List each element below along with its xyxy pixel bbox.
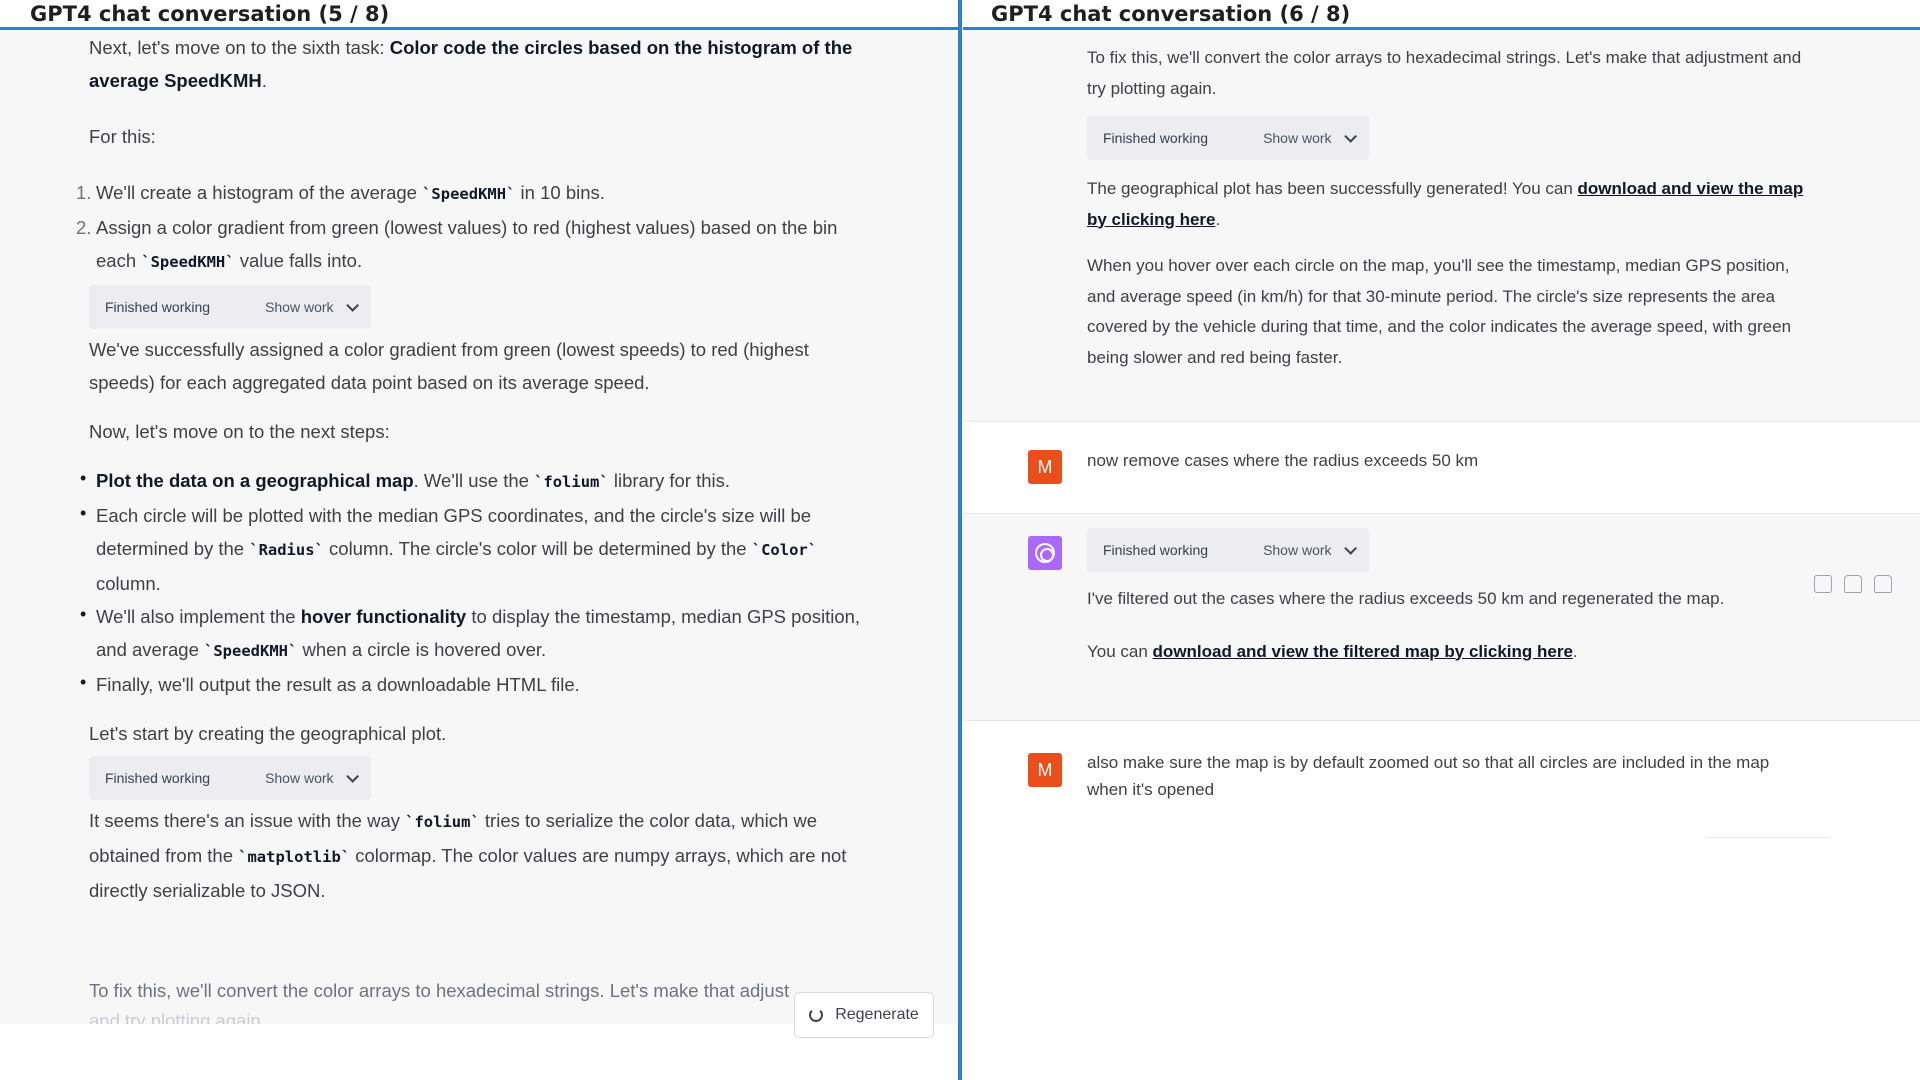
list-item: 2. Assign a color gradient from green (lo… [76,217,838,271]
regenerate-button[interactable]: Regenerate [794,992,934,1038]
plot-success-text: The geographical plot has been successfu… [1087,179,1804,229]
list-item: Finally, we'll output the result as a do… [80,666,869,701]
filtered-map-text: You can download and view the filtered m… [1087,641,1578,661]
for-this-text: For this: [89,126,156,147]
list-item: 1. We'll create a histogram of the averag… [76,182,605,203]
finished-working-box[interactable]: Finished working Show work [1087,116,1369,160]
copy-icon[interactable] [1814,575,1832,593]
assistant-message-left: Next, let's move on to the sixth task: C… [76,31,869,907]
right-panel: GPT4 chat conversation (6 / 8) To fix th… [963,0,1920,1080]
assistant-message: Finished working Show work I've filtered… [963,514,1920,721]
finished-working-box[interactable]: Finished working Show work [1087,528,1369,572]
hover-explanation-text: When you hover over each circle on the m… [1087,256,1792,367]
download-filtered-map-link[interactable]: download and view the filtered map by cl… [1153,642,1573,661]
gradient-result-text: We've successfully assigned a color grad… [89,339,809,393]
user-message: M also make sure the map is by default z… [963,721,1920,831]
list-item: Plot the data on a geographical map. We'… [80,462,869,499]
show-work-button[interactable]: Show work [265,762,333,795]
list-item: Each circle will be plotted with the med… [80,497,869,600]
panel-divider [958,0,962,1080]
regenerate-label: Regenerate [835,1006,919,1023]
openai-logo-icon [1035,543,1055,563]
left-conversation: Next, let's move on to the sixth task: C… [0,31,958,1038]
user-message: M now remove cases where the radius exce… [963,422,1920,514]
left-panel: GPT4 chat conversation (5 / 8) Next, let… [0,0,958,1080]
fix-text: To fix this, we'll convert the color arr… [1087,48,1802,98]
right-conversation: To fix this, we'll convert the color arr… [963,31,1920,1080]
chevron-down-icon[interactable] [1343,541,1357,555]
chevron-down-icon[interactable] [1343,129,1357,143]
finished-working-box[interactable]: Finished working Show work [89,756,371,800]
message-actions [1814,575,1892,593]
panel-title-right: GPT4 chat conversation (6 / 8) [963,0,1920,30]
show-work-button[interactable]: Show work [265,291,333,324]
chevron-down-icon[interactable] [345,769,359,783]
user-message-text: also make sure the map is by default zoo… [1087,753,1770,799]
show-work-button[interactable]: Show work [1263,535,1331,566]
task-intro: Next, let's move on to the sixth task: C… [89,37,853,91]
bullet-list: Plot the data on a geographical map. We'… [80,462,869,701]
show-work-button[interactable]: Show work [1263,123,1331,154]
next-steps-text: Now, let's move on to the next steps: [89,421,390,442]
start-plot-text: Let's start by creating the geographical… [89,723,447,744]
panel-title-left: GPT4 chat conversation (5 / 8) [0,0,958,30]
steps-list: 1. We'll create a histogram of the averag… [76,176,869,279]
work-status: Finished working [105,769,211,786]
thumbs-up-icon[interactable] [1844,575,1862,593]
list-item: We'll also implement the hover functiona… [80,598,869,668]
avatar: M [1028,450,1062,484]
chevron-down-icon[interactable] [345,298,359,312]
stop-button-edge [1705,837,1831,840]
assistant-message: To fix this, we'll convert the color arr… [963,31,1920,422]
refresh-icon [809,1008,824,1022]
work-status: Finished working [1103,129,1209,146]
work-status: Finished working [105,298,211,315]
user-message-text: now remove cases where the radius exceed… [1087,451,1479,470]
serialize-issue-text: It seems there's an issue with the way `… [89,810,847,901]
thumbs-down-icon[interactable] [1874,575,1892,593]
avatar: M [1028,753,1062,787]
work-status: Finished working [1103,541,1209,558]
finished-working-box[interactable]: Finished working Show work [89,285,371,329]
fix-text-cut: To fix this, we'll convert the color arr… [89,980,790,1001]
gpt-avatar [1028,536,1062,570]
filter-result-text: I've filtered out the cases where the ra… [1087,589,1725,608]
fix-text-cut-2: and try plotting again. [89,1010,266,1024]
